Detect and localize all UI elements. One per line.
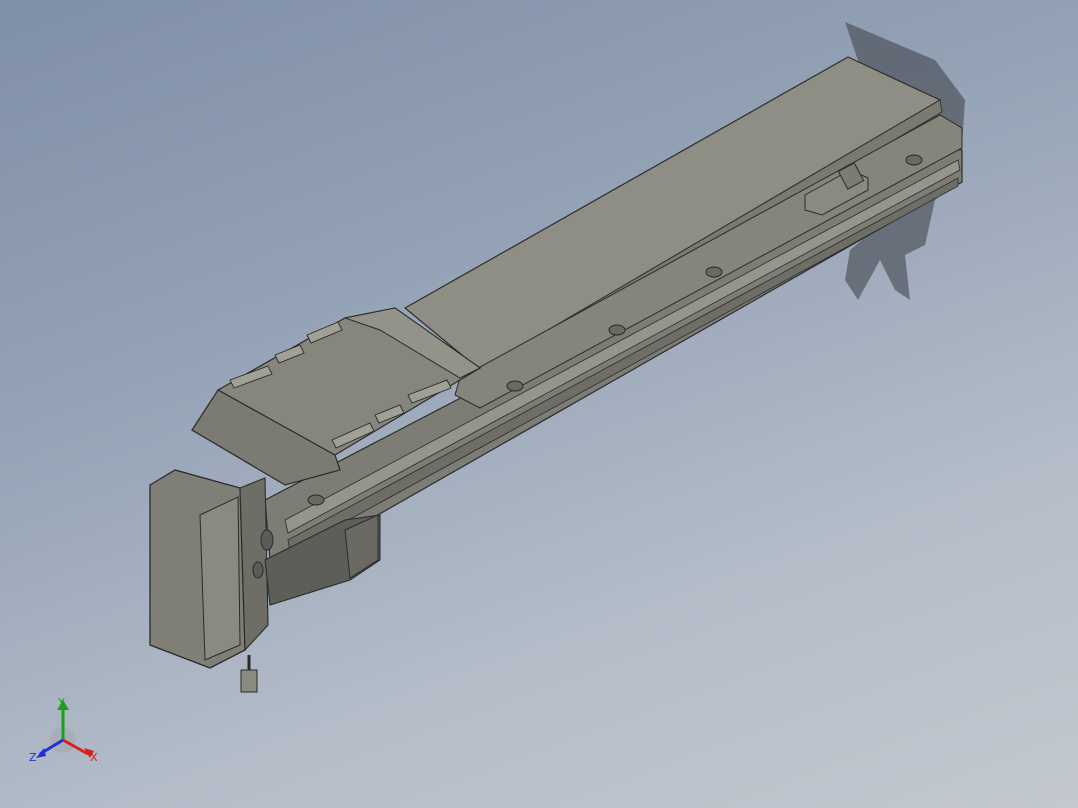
z-axis-arrowhead [36, 748, 46, 758]
side-hole [608, 324, 626, 336]
motor-port-hole [260, 529, 274, 551]
linear-actuator-model[interactable] [0, 0, 1078, 808]
cable-connector[interactable] [240, 669, 258, 693]
graphics-viewport[interactable]: Y X Z [0, 0, 1078, 808]
x-axis-label: X [90, 751, 98, 764]
side-hole [905, 154, 923, 166]
motor-housing-panel [199, 496, 241, 661]
motor-port-hole [252, 561, 264, 579]
side-hole [705, 266, 723, 278]
side-hole [307, 494, 325, 506]
y-axis-label: Y [58, 696, 65, 709]
z-axis-label: Z [29, 751, 37, 764]
motor-housing-side [239, 477, 269, 652]
side-hole [506, 380, 524, 392]
